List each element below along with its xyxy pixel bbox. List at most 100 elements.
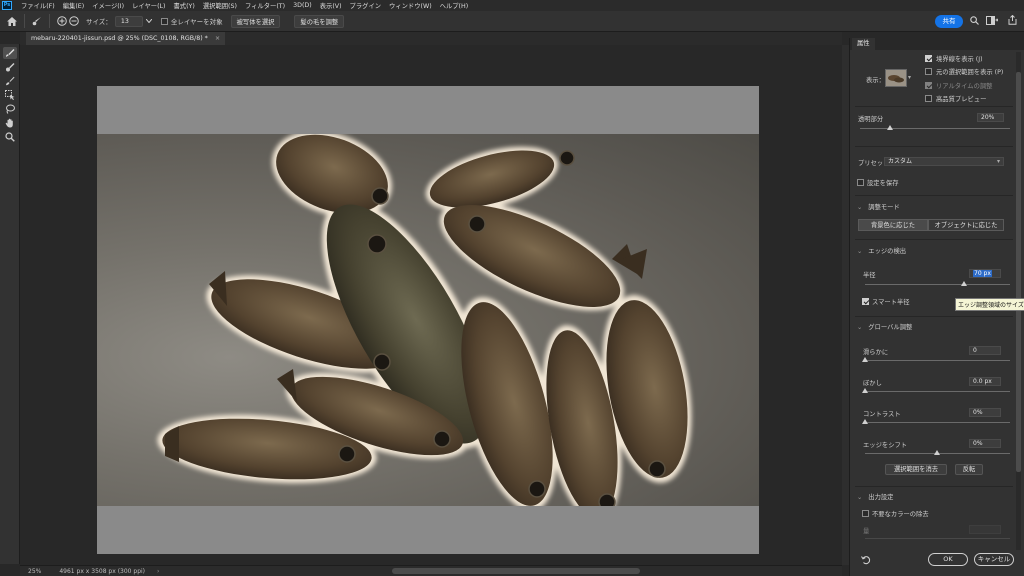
canvas-area[interactable]	[20, 45, 842, 565]
smooth-input[interactable]: 0	[969, 346, 1001, 355]
smooth-slider[interactable]	[862, 357, 1010, 362]
document-canvas[interactable]	[97, 86, 759, 554]
feather-slider[interactable]	[862, 388, 1010, 393]
radius-tooltip: エッジ調整領域のサイズ	[955, 298, 1024, 311]
select-subject-button[interactable]: 被写体を選択	[230, 14, 281, 28]
brush-tool-icon[interactable]	[3, 75, 17, 87]
vertical-scrollbar[interactable]	[842, 45, 849, 565]
contrast-slider[interactable]	[862, 419, 1010, 424]
radius-input[interactable]: 70 px	[969, 269, 1001, 278]
workspace-icon[interactable]	[986, 16, 999, 27]
reset-icon[interactable]	[861, 555, 871, 567]
smooth-slider-thumb[interactable]	[862, 357, 868, 362]
cancel-button[interactable]: キャンセル	[974, 553, 1014, 566]
mode-object-aware-button[interactable]: オブジェクトに応じた	[928, 219, 1004, 231]
menu-filter[interactable]: フィルター(T)	[241, 1, 289, 10]
fish-photo	[97, 134, 759, 506]
radius-slider[interactable]	[865, 281, 1010, 286]
contrast-slider-thumb[interactable]	[862, 419, 868, 424]
save-settings-checkbox[interactable]	[857, 179, 864, 186]
menu-bar: Ps ファイル(F) 編集(E) イメージ(I) レイヤー(L) 書式(Y) 選…	[0, 0, 1024, 11]
menu-plugins[interactable]: プラグイン	[346, 1, 385, 10]
menu-image[interactable]: イメージ(I)	[88, 1, 128, 10]
refine-hair-button[interactable]: 髪の毛を調整	[294, 14, 345, 28]
global-refinements-section-header[interactable]: ⌄ グローバル調整	[857, 322, 912, 331]
shift-edge-slider-thumb[interactable]	[934, 450, 940, 455]
tools-panel	[0, 44, 20, 564]
subtract-from-selection-icon[interactable]	[68, 15, 80, 27]
horizontal-scrollbar[interactable]	[392, 568, 640, 574]
preset-dropdown[interactable]: カスタム ▾	[884, 157, 1004, 166]
smart-radius-checkbox[interactable]	[862, 298, 869, 305]
show-edge-label: 境界線を表示 (J)	[936, 56, 983, 63]
show-original-label: 元の選択範囲を表示 (P)	[936, 69, 1004, 76]
add-to-selection-icon[interactable]	[56, 15, 68, 27]
menu-edit[interactable]: 編集(E)	[59, 1, 89, 10]
all-layers-checkbox[interactable]	[160, 17, 168, 25]
feather-label: ぼかし	[863, 380, 882, 387]
clear-selection-button[interactable]: 選択範囲を消去	[885, 464, 947, 475]
refine-mode-title: 調整モード	[868, 204, 900, 211]
menu-3d[interactable]: 3D(D)	[289, 2, 316, 9]
menu-view[interactable]: 表示(V)	[316, 1, 346, 10]
object-selection-tool-icon[interactable]	[3, 89, 17, 101]
opacity-slider[interactable]	[860, 125, 1010, 130]
zoom-tool-icon[interactable]	[3, 131, 17, 143]
refine-edge-brush-icon[interactable]	[31, 15, 43, 27]
ok-button[interactable]: OK	[928, 553, 968, 566]
refine-mode-section-header[interactable]: ⌄ 調整モード	[857, 202, 900, 211]
menu-layer[interactable]: レイヤー(L)	[128, 1, 169, 10]
shift-edge-slider[interactable]	[865, 450, 1010, 455]
feather-slider-thumb[interactable]	[862, 388, 868, 393]
contrast-input[interactable]: 0%	[969, 408, 1001, 417]
chevron-right-icon[interactable]: ›	[157, 568, 159, 575]
chevron-down-icon: ▾	[996, 158, 1000, 165]
photoshop-logo-icon: Ps	[2, 1, 12, 10]
refine-edge-brush-tool-icon[interactable]	[3, 61, 17, 73]
document-tab-bar: mebaru-220401-jissun.psd @ 25% (DSC_0108…	[20, 32, 842, 45]
opacity-input[interactable]: 20%	[977, 113, 1004, 122]
menu-file[interactable]: ファイル(F)	[17, 1, 59, 10]
menu-type[interactable]: 書式(Y)	[170, 1, 199, 10]
view-label: 表示：	[866, 77, 885, 84]
zoom-level[interactable]: 25%	[28, 568, 41, 575]
invert-button[interactable]: 反転	[955, 464, 983, 475]
search-icon[interactable]	[970, 16, 979, 27]
realtime-refine-checkbox[interactable]	[925, 82, 932, 89]
menu-help[interactable]: ヘルプ(H)	[436, 1, 473, 10]
edge-detection-section-header[interactable]: ⌄ エッジの検出	[857, 246, 906, 255]
chevron-down-icon[interactable]	[143, 15, 155, 27]
quick-selection-tool-icon[interactable]	[3, 47, 17, 59]
save-settings-label: 設定を保存	[867, 180, 899, 187]
show-edge-checkbox[interactable]	[925, 55, 932, 62]
opacity-slider-thumb[interactable]	[887, 125, 893, 130]
options-bar: サイズ： 13 全レイヤーを対象 被写体を選択 髪の毛を調整 共有	[0, 11, 1024, 32]
contrast-label: コントラスト	[863, 411, 901, 418]
panel-scrollbar-thumb[interactable]	[1016, 72, 1021, 472]
shift-edge-input[interactable]: 0%	[969, 439, 1001, 448]
hand-tool-icon[interactable]	[3, 117, 17, 129]
feather-input[interactable]: 0.0 px	[969, 377, 1001, 386]
show-original-checkbox[interactable]	[925, 68, 932, 75]
view-thumbnail-fish-icon	[888, 75, 904, 83]
opacity-label: 透明部分	[858, 116, 884, 123]
size-input[interactable]: 13	[114, 15, 143, 27]
radius-slider-thumb[interactable]	[961, 281, 967, 286]
properties-tab[interactable]: 属性	[852, 38, 875, 50]
lasso-tool-icon[interactable]	[3, 103, 17, 115]
decontaminate-checkbox[interactable]	[862, 510, 869, 517]
edge-detection-title: エッジの検出	[868, 248, 907, 255]
menu-window[interactable]: ウィンドウ(W)	[385, 1, 436, 10]
share-button[interactable]: 共有	[935, 15, 963, 28]
realtime-refine-label: リアルタイムの調整	[936, 83, 993, 90]
document-tab[interactable]: mebaru-220401-jissun.psd @ 25% (DSC_0108…	[26, 32, 226, 45]
view-mode-thumbnail[interactable]	[885, 69, 907, 87]
mode-color-aware-button[interactable]: 背景色に応じた	[858, 219, 928, 231]
close-icon[interactable]: ×	[215, 35, 220, 42]
view-dropdown-chevron-icon[interactable]: ▾	[908, 74, 911, 81]
share-document-icon[interactable]	[1008, 14, 1017, 27]
high-quality-preview-checkbox[interactable]	[925, 95, 932, 102]
menu-select[interactable]: 選択範囲(S)	[199, 1, 241, 10]
home-icon[interactable]	[6, 15, 18, 27]
output-settings-section-header[interactable]: ⌄ 出力設定	[857, 492, 893, 501]
